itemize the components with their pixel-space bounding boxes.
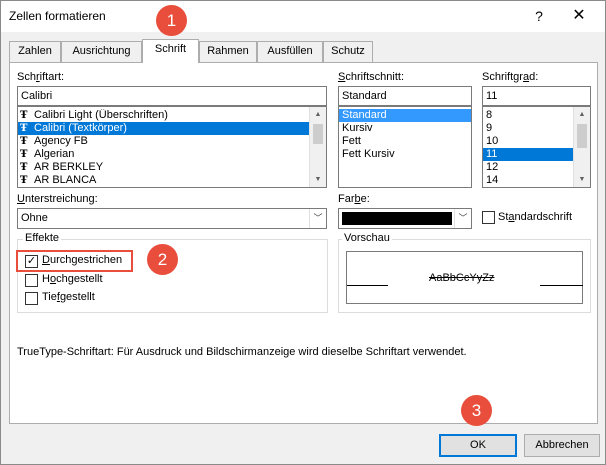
preview-title: Vorschau <box>342 232 392 244</box>
preview-sample: AaBbCcYyZz <box>429 272 495 284</box>
font-input[interactable]: Calibri <box>17 86 327 106</box>
list-item[interactable]: Ŧ Algerian <box>18 148 326 161</box>
baseline-left <box>347 285 388 286</box>
cancel-button[interactable]: Abbrechen <box>524 434 600 457</box>
baseline-right <box>540 285 583 286</box>
superscript-checkbox[interactable] <box>25 274 38 287</box>
subscript-label[interactable]: Tiefgestellt <box>42 291 95 303</box>
info-text: TrueType-Schriftart: Für Ausdruck und Bi… <box>17 346 467 358</box>
scroll-up-icon[interactable]: ▲ <box>310 107 326 122</box>
callout-1: 1 <box>156 5 187 36</box>
tab-ausfuellen[interactable]: Ausfüllen <box>257 41 323 62</box>
color-select[interactable]: ﹀ <box>338 208 472 229</box>
style-input[interactable]: Standard <box>338 86 472 106</box>
effects-title: Effekte <box>23 232 62 244</box>
dialog-title: Zellen formatieren <box>9 9 106 23</box>
scroll-up-icon[interactable]: ▲ <box>574 107 590 122</box>
font-list[interactable]: Ŧ Calibri Light (Überschriften) Ŧ Calibri … <box>17 106 327 188</box>
callout-2: 2 <box>147 244 178 275</box>
tab-schrift[interactable]: Schrift <box>142 39 199 63</box>
truetype-icon: Ŧ <box>20 175 28 186</box>
font-scrollbar[interactable]: ▲ ▼ <box>309 107 326 187</box>
style-list[interactable]: Standard Kursiv Fett Fett Kursiv <box>338 106 472 188</box>
truetype-icon: Ŧ <box>20 162 28 173</box>
scroll-thumb[interactable] <box>313 124 323 144</box>
scroll-down-icon[interactable]: ▼ <box>310 172 326 187</box>
list-item[interactable]: Ŧ AR BERKLEY <box>18 161 326 174</box>
tab-rahmen[interactable]: Rahmen <box>199 41 257 62</box>
list-item[interactable]: Fett <box>339 135 471 148</box>
scroll-thumb[interactable] <box>577 124 587 148</box>
help-button[interactable]: ? <box>528 5 550 27</box>
tab-ausrichtung[interactable]: Ausrichtung <box>61 41 142 62</box>
list-item-selected[interactable]: Ŧ Calibri (Textkörper) <box>18 122 326 135</box>
style-label: Schriftschnitt: <box>338 71 405 83</box>
preview-box: AaBbCcYyZz <box>346 251 583 304</box>
size-input[interactable]: 11 <box>482 86 591 106</box>
underline-select[interactable]: Ohne ﹀ <box>17 208 327 229</box>
chevron-down-icon[interactable]: ﹀ <box>454 209 471 228</box>
title-bar: Zellen formatieren ? ✕ <box>1 1 605 32</box>
callout-3: 3 <box>461 395 492 426</box>
color-swatch <box>342 212 452 225</box>
size-label: Schriftgrad: <box>482 71 539 83</box>
underline-label: Unterstreichung: <box>17 193 98 205</box>
list-item[interactable]: Kursiv <box>339 122 471 135</box>
standard-font-label[interactable]: Standardschrift <box>498 211 572 223</box>
close-button[interactable]: ✕ <box>568 5 590 27</box>
truetype-icon: Ŧ <box>20 136 28 147</box>
ok-button[interactable]: OK <box>439 434 517 457</box>
chevron-down-icon[interactable]: ﹀ <box>309 209 326 228</box>
format-cells-dialog: Zellen formatieren ? ✕ Zahlen Ausrichtun… <box>0 0 606 465</box>
subscript-checkbox[interactable] <box>25 292 38 305</box>
truetype-icon: Ŧ <box>20 123 28 134</box>
tab-schutz[interactable]: Schutz <box>323 41 373 62</box>
truetype-icon: Ŧ <box>20 110 28 121</box>
superscript-label[interactable]: Hochgestellt <box>42 273 103 285</box>
underline-value: Ohne <box>21 212 48 224</box>
standard-font-checkbox[interactable] <box>482 211 495 224</box>
truetype-icon: Ŧ <box>20 149 28 160</box>
list-item[interactable]: Ŧ Agency FB <box>18 135 326 148</box>
tab-zahlen[interactable]: Zahlen <box>9 41 61 62</box>
list-item-selected[interactable]: Standard <box>339 109 471 122</box>
list-item[interactable]: Ŧ AR BLANCA <box>18 174 326 187</box>
color-label: Farbe: <box>338 193 370 205</box>
list-item[interactable]: Ŧ Calibri Light (Überschriften) <box>18 109 326 122</box>
size-list[interactable]: 8 9 10 11 12 14 ▲ ▼ <box>482 106 591 188</box>
scroll-down-icon[interactable]: ▼ <box>574 172 590 187</box>
strikethrough-highlight <box>16 250 133 272</box>
list-item[interactable]: Fett Kursiv <box>339 148 471 161</box>
font-label: Schriftart: <box>17 71 65 83</box>
size-scrollbar[interactable]: ▲ ▼ <box>573 107 590 187</box>
